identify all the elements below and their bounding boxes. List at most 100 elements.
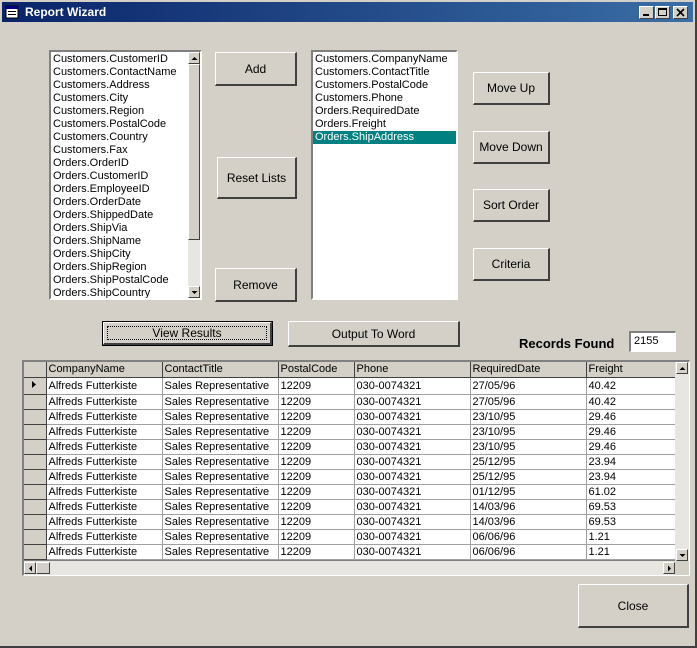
table-row[interactable]: Alfreds Futterkiste Sales Representative 1… <box>24 454 687 470</box>
scroll-down-button[interactable] <box>188 286 200 298</box>
available-fields-scrollbar[interactable] <box>188 52 200 298</box>
reset-lists-button[interactable]: Reset Lists <box>217 157 297 199</box>
available-field-item[interactable]: Customers.City <box>51 92 187 105</box>
table-cell[interactable]: 030-0074321 <box>354 529 471 545</box>
table-row[interactable]: Alfreds Futterkiste Sales Representative 1… <box>24 439 687 455</box>
available-field-item[interactable]: Orders.OrderID <box>51 157 187 170</box>
table-cell[interactable]: 030-0074321 <box>354 544 471 560</box>
table-row[interactable]: Alfreds Futterkiste Sales Representative 1… <box>24 544 687 560</box>
row-selector[interactable] <box>24 484 47 500</box>
available-field-item[interactable]: Orders.ShippedDate <box>51 209 187 222</box>
records-found-field[interactable]: 2155 <box>629 331 676 352</box>
table-cell[interactable]: 030-0074321 <box>354 394 471 410</box>
table-row[interactable]: Alfreds Futterkiste Sales Representative 1… <box>24 499 687 515</box>
row-selector[interactable] <box>24 499 47 515</box>
table-cell[interactable]: 23/10/95 <box>470 409 587 425</box>
table-cell[interactable]: 030-0074321 <box>354 469 471 485</box>
scroll-up-button[interactable] <box>188 52 200 64</box>
table-cell[interactable]: 14/03/96 <box>470 514 587 530</box>
available-field-item[interactable]: Orders.ShipPostalCode <box>51 274 187 287</box>
table-cell[interactable]: 030-0074321 <box>354 514 471 530</box>
criteria-button[interactable]: Criteria <box>473 248 550 281</box>
column-header[interactable]: ContactTitle <box>162 362 279 378</box>
table-cell[interactable]: Alfreds Futterkiste <box>46 469 163 485</box>
grid-horizontal-thumb[interactable] <box>36 562 50 574</box>
table-cell[interactable]: 29.46 <box>586 424 687 440</box>
table-cell[interactable]: Alfreds Futterkiste <box>46 484 163 500</box>
sort-order-button[interactable]: Sort Order <box>473 189 550 222</box>
column-header[interactable]: Freight <box>586 362 687 378</box>
table-row[interactable]: Alfreds Futterkiste Sales Representative 1… <box>24 529 687 545</box>
table-cell[interactable]: 12209 <box>278 499 355 515</box>
grid-horizontal-scrollbar[interactable] <box>24 561 675 575</box>
selected-field-item[interactable]: Customers.ContactTitle <box>313 66 456 79</box>
available-field-item[interactable]: Customers.ContactName <box>51 66 187 79</box>
remove-button[interactable]: Remove <box>215 268 297 302</box>
selected-field-item[interactable]: Customers.Phone <box>313 92 456 105</box>
available-field-item[interactable]: Orders.OrderDate <box>51 196 187 209</box>
table-row[interactable]: Alfreds Futterkiste Sales Representative 1… <box>24 469 687 485</box>
table-cell[interactable]: 12209 <box>278 377 355 395</box>
table-cell[interactable]: 27/05/96 <box>470 394 587 410</box>
close-button[interactable]: Close <box>578 584 689 628</box>
column-header[interactable]: CompanyName <box>46 362 163 378</box>
table-cell[interactable]: 12209 <box>278 469 355 485</box>
grid-vertical-scrollbar[interactable] <box>675 362 689 561</box>
table-cell[interactable]: Sales Representative <box>162 529 279 545</box>
selected-fields-list[interactable]: Customers.CompanyName Customers.ContactTi… <box>311 50 458 300</box>
available-field-item[interactable]: Customers.Address <box>51 79 187 92</box>
table-cell[interactable]: Sales Representative <box>162 544 279 560</box>
selected-field-item[interactable]: Orders.Freight <box>313 118 456 131</box>
table-cell[interactable]: 030-0074321 <box>354 424 471 440</box>
table-cell[interactable]: 27/05/96 <box>470 377 587 395</box>
row-selector[interactable] <box>24 454 47 470</box>
row-selector[interactable] <box>24 424 47 440</box>
available-field-item[interactable]: Customers.Country <box>51 131 187 144</box>
table-cell[interactable]: 23/10/95 <box>470 439 587 455</box>
available-field-item[interactable]: Orders.ShipCity <box>51 248 187 261</box>
maximize-button[interactable] <box>655 6 670 19</box>
table-cell[interactable]: Sales Representative <box>162 409 279 425</box>
table-cell[interactable]: 030-0074321 <box>354 377 471 395</box>
table-cell[interactable]: Alfreds Futterkiste <box>46 499 163 515</box>
table-cell[interactable]: 40.42 <box>586 394 687 410</box>
table-cell[interactable]: 12209 <box>278 484 355 500</box>
selected-field-item[interactable]: Customers.PostalCode <box>313 79 456 92</box>
table-cell[interactable]: 12209 <box>278 439 355 455</box>
table-cell[interactable]: 40.42 <box>586 377 687 395</box>
table-cell[interactable]: 12209 <box>278 529 355 545</box>
minimize-button[interactable] <box>639 6 654 19</box>
table-cell[interactable]: Sales Representative <box>162 439 279 455</box>
output-to-word-button[interactable]: Output To Word <box>288 321 460 347</box>
grid-scroll-right-button[interactable] <box>663 562 675 574</box>
table-cell[interactable]: 29.46 <box>586 439 687 455</box>
table-cell[interactable]: Sales Representative <box>162 377 279 395</box>
table-cell[interactable]: Sales Representative <box>162 499 279 515</box>
table-cell[interactable]: 030-0074321 <box>354 484 471 500</box>
available-field-item[interactable]: Customers.Region <box>51 105 187 118</box>
available-field-item[interactable]: Orders.ShipName <box>51 235 187 248</box>
column-header[interactable]: PostalCode <box>278 362 355 378</box>
table-cell[interactable]: Alfreds Futterkiste <box>46 424 163 440</box>
table-cell[interactable]: 06/06/96 <box>470 544 587 560</box>
table-row[interactable]: Alfreds Futterkiste Sales Representative 1… <box>24 424 687 440</box>
column-header[interactable]: Phone <box>354 362 471 378</box>
table-cell[interactable]: Sales Representative <box>162 394 279 410</box>
table-cell[interactable]: 29.46 <box>586 409 687 425</box>
table-row[interactable]: Alfreds Futterkiste Sales Representative 1… <box>24 484 687 500</box>
table-cell[interactable]: Sales Representative <box>162 424 279 440</box>
add-button[interactable]: Add <box>215 52 297 86</box>
grid-scroll-down-button[interactable] <box>676 549 688 561</box>
table-cell[interactable]: Alfreds Futterkiste <box>46 529 163 545</box>
table-cell[interactable]: Alfreds Futterkiste <box>46 377 163 395</box>
available-field-item[interactable]: Customers.PostalCode <box>51 118 187 131</box>
row-selector[interactable] <box>24 529 47 545</box>
table-cell[interactable]: Alfreds Futterkiste <box>46 544 163 560</box>
row-selector[interactable] <box>24 439 47 455</box>
table-cell[interactable]: 12209 <box>278 544 355 560</box>
table-cell[interactable]: Alfreds Futterkiste <box>46 514 163 530</box>
table-cell[interactable]: 23.94 <box>586 469 687 485</box>
row-selector[interactable] <box>24 469 47 485</box>
available-fields-list[interactable]: Customers.CustomerID Customers.ContactNam… <box>49 50 202 300</box>
table-cell[interactable]: Sales Representative <box>162 514 279 530</box>
